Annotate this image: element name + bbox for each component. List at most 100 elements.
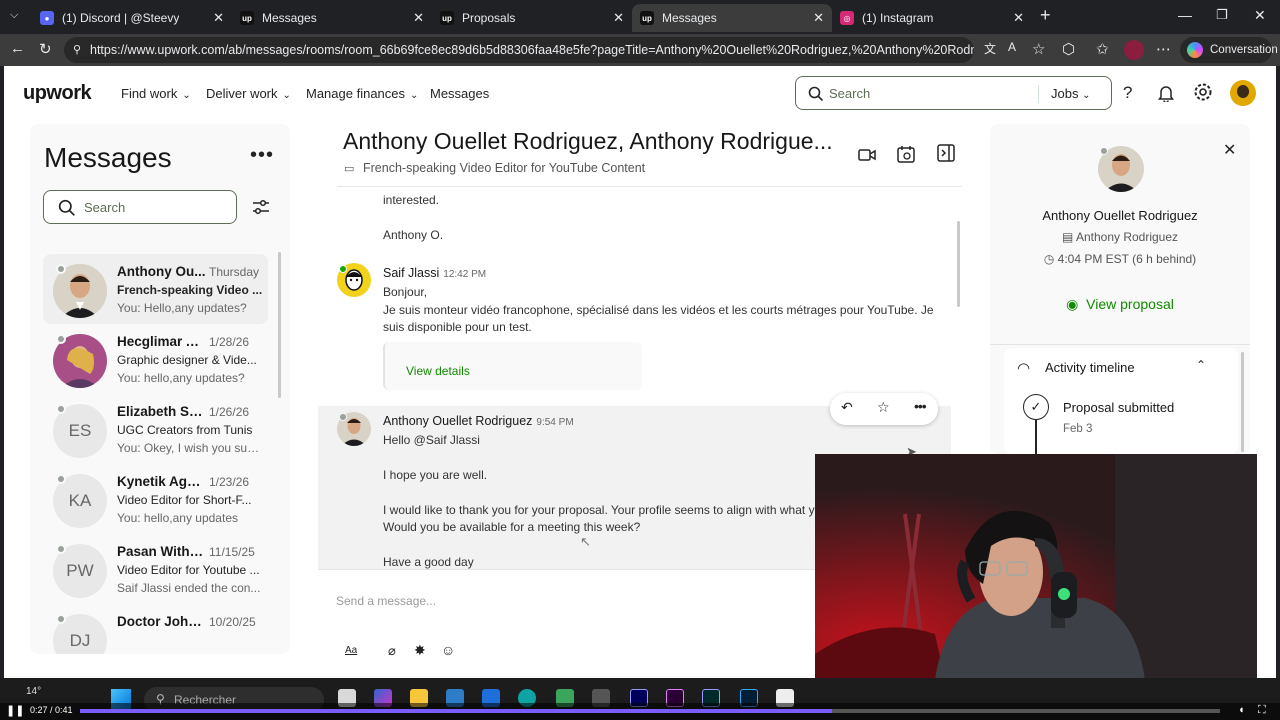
thread-item[interactable]: KA Kynetik Agen... 1/23/26 Video Editor … [43, 464, 268, 534]
site-info-icon[interactable]: ⚲ [73, 37, 81, 63]
presence-dot [339, 413, 347, 421]
nav-find-work[interactable]: Find work ⌄ [121, 86, 191, 101]
extensions-icon[interactable]: ⬡ [1062, 40, 1075, 58]
maximize-icon[interactable]: ❐ [1216, 7, 1228, 23]
favorites-icon[interactable]: ✩ [1096, 40, 1109, 58]
video-time: 0:27 / 0:41 [30, 705, 73, 715]
more-menu-icon[interactable]: ⋯ [1156, 40, 1171, 58]
search-input[interactable]: Search [829, 86, 870, 101]
more-options-icon[interactable]: ••• [250, 144, 274, 167]
message-actions: ↶ ☆ ••• [830, 393, 938, 425]
tab-discord[interactable]: ● (1) Discord | @Steevy ✕ [32, 4, 232, 32]
nav-manage-finances[interactable]: Manage finances ⌄ [306, 86, 418, 101]
user-avatar[interactable] [1230, 80, 1256, 106]
top-navigation: upwork Find work ⌄ Deliver work ⌄ Manage f… [4, 66, 1276, 122]
close-tab-icon[interactable]: ✕ [813, 10, 824, 26]
presence-dot [56, 474, 66, 484]
collapse-chevron-icon[interactable]: ⌃ [1196, 358, 1206, 372]
settings-gear-icon[interactable] [1193, 82, 1213, 102]
tab-messages-1[interactable]: up Messages ✕ [232, 4, 432, 32]
briefcase-icon: ▭ [344, 163, 355, 175]
more-options-icon[interactable]: ••• [914, 398, 927, 414]
presence-dot [56, 544, 66, 554]
toggle-details-panel-icon[interactable] [937, 144, 955, 162]
conversation-button[interactable]: Conversation [1180, 37, 1278, 63]
scrollbar[interactable] [957, 221, 960, 307]
schedule-meeting-icon[interactable] [897, 145, 915, 163]
building-icon: ▤ [1061, 230, 1074, 244]
search-icon [58, 199, 75, 216]
weather-temperature[interactable]: 14° [26, 686, 41, 697]
upwork-logo[interactable]: upwork [23, 82, 92, 105]
video-progress-track[interactable] [80, 709, 1220, 713]
room-subtitle[interactable]: French-speaking Video Editor for YouTube… [363, 161, 645, 175]
help-icon[interactable]: ? [1123, 83, 1132, 103]
activity-timeline-title: Activity timeline [1045, 360, 1135, 375]
contact-details-panel: ✕ Anthony Ouellet Rodriguez ▤ Anthony Ro… [990, 124, 1250, 454]
translate-icon[interactable]: 文 [984, 40, 996, 57]
read-aloud-icon[interactable]: A [1008, 40, 1016, 54]
thread-item[interactable]: ES Elizabeth Sha... 1/26/26 UGC Creators… [43, 394, 268, 464]
thread-item[interactable]: Hecglimar Alv... 1/28/26 Graphic designe… [43, 324, 268, 394]
copilot-icon [1187, 42, 1203, 58]
reply-icon[interactable]: ↶ [841, 399, 853, 416]
room-title: Anthony Ouellet Rodriguez, Anthony Rodri… [343, 128, 833, 154]
profile-avatar[interactable] [1124, 40, 1144, 60]
notifications-bell-icon[interactable] [1158, 84, 1174, 102]
chevron-down-icon: ⌄ [1082, 90, 1091, 101]
close-tab-icon[interactable]: ✕ [1013, 10, 1024, 26]
close-tab-icon[interactable]: ✕ [413, 10, 424, 26]
mouse-cursor-icon: ↖ [580, 534, 591, 549]
activity-timeline-card: ◠ Activity timeline ⌃ ✓ Proposal submitt… [1004, 348, 1238, 454]
text-format-icon[interactable]: Aa [345, 645, 357, 656]
thread-item[interactable]: Anthony Ou... Thursday French-speaking V… [43, 254, 268, 324]
close-tab-icon[interactable]: ✕ [613, 10, 624, 26]
thread-item[interactable]: PW Pasan Withar... 11/15/25 Video Editor… [43, 534, 268, 604]
attachment-icon[interactable]: ⌀ [388, 643, 396, 659]
filter-icon[interactable] [252, 198, 270, 216]
view-proposal-link[interactable]: ◉ View proposal [990, 296, 1250, 313]
timeline-event-label: Proposal submitted [1063, 400, 1175, 415]
search-icon [808, 86, 824, 102]
volume-icon[interactable]: ◖ [1238, 704, 1245, 716]
webcam-overlay [815, 454, 1257, 680]
tab-instagram[interactable]: ◎ (1) Instagram ✕ [832, 4, 1032, 32]
emoji-icon[interactable]: ☺ [441, 642, 455, 658]
favorite-star-icon[interactable]: ☆ [1032, 40, 1045, 58]
divider [990, 344, 1250, 345]
url-field[interactable]: ⚲ https://www.upwork.com/ab/messages/roo… [64, 37, 974, 63]
reload-icon[interactable]: ↻ [39, 40, 52, 58]
messages-sidebar: Messages ••• Search Anthony Ou... Thursd… [30, 124, 290, 654]
threads-search-field[interactable]: Search [43, 190, 237, 224]
star-icon[interactable]: ☆ [877, 399, 890, 416]
video-progress-fill [80, 709, 833, 713]
pause-icon[interactable]: ❚❚ [6, 704, 24, 717]
tab-proposals[interactable]: up Proposals ✕ [432, 4, 632, 32]
message-header: Saif Jlassi 12:42 PM [383, 266, 487, 280]
contact-company: ▤ Anthony Rodriguez [1061, 230, 1179, 244]
view-details-link[interactable]: View details [406, 364, 470, 378]
thread-item[interactable]: DJ Doctor John... 10/20/25 [43, 604, 268, 654]
scrollbar[interactable] [278, 252, 281, 398]
tab-list-icon[interactable]: ⌵ [10, 9, 18, 22]
browser-address-bar: ← ↻ ⚲ https://www.upwork.com/ab/messages… [0, 34, 1280, 66]
contact-name: Anthony Ouellet Rodriguez [1042, 208, 1198, 223]
nav-deliver-work[interactable]: Deliver work ⌄ [206, 86, 291, 101]
message-input[interactable]: Send a message... [336, 594, 436, 608]
global-search[interactable]: Search Jobs ⌄ [795, 76, 1112, 110]
video-call-icon[interactable] [858, 148, 876, 162]
tab-messages-active[interactable]: up Messages ✕ [632, 4, 832, 32]
minimize-icon[interactable]: — [1178, 7, 1192, 23]
nav-messages[interactable]: Messages [430, 86, 489, 101]
new-tab-button[interactable]: + [1040, 5, 1051, 26]
close-tab-icon[interactable]: ✕ [213, 10, 224, 26]
back-icon[interactable]: ← [10, 40, 25, 57]
presence-dot [56, 264, 66, 274]
fullscreen-icon[interactable]: ⛶ [1258, 704, 1266, 717]
ai-sparkle-icon[interactable]: ✸ [414, 642, 426, 659]
clock-icon: ◷ [1043, 252, 1055, 266]
search-scope-select[interactable]: Jobs ⌄ [1051, 86, 1090, 101]
close-window-icon[interactable]: ✕ [1254, 7, 1266, 24]
close-icon[interactable]: ✕ [1223, 140, 1236, 160]
scrollbar[interactable] [1241, 352, 1244, 452]
